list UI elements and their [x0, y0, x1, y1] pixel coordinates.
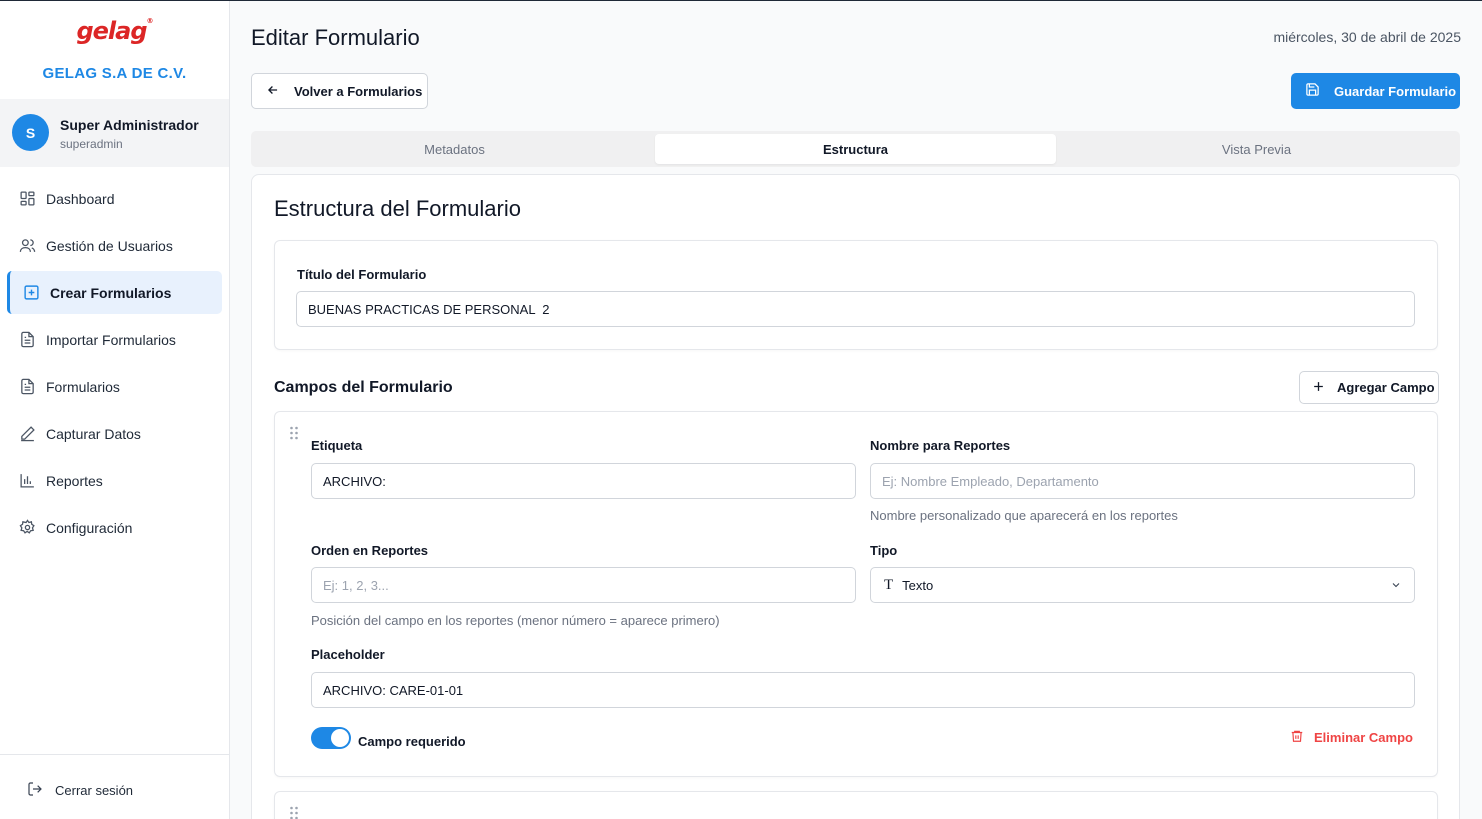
user-profile: S Super Administrador superadmin [0, 99, 229, 167]
logout-label: Cerrar sesión [55, 783, 134, 798]
report-name-label: Nombre para Reportes [870, 438, 1011, 453]
sidebar-footer: Cerrar sesión [0, 754, 229, 819]
sidebar-item-label: Importar Formularios [46, 331, 176, 348]
structure-title: Estructura del Formulario [274, 196, 521, 221]
sidebar-item-label: Reportes [46, 472, 103, 489]
tab-preview[interactable]: Vista Previa [1056, 134, 1457, 164]
sidebar-item-label: Dashboard [46, 190, 115, 207]
text-type-icon: T [884, 576, 894, 593]
add-field-button[interactable]: Agregar Campo [1299, 371, 1439, 404]
gear-icon [18, 519, 36, 537]
trash-icon [1290, 729, 1304, 746]
structure-card: Estructura del Formulario Título del For… [251, 174, 1460, 819]
plus-square-icon [22, 284, 40, 302]
report-order-input[interactable]: Ej: 1, 2, 3... [311, 567, 856, 603]
field-card: Etiqueta ARCHIVO: Nombre para Reportes E… [274, 411, 1438, 777]
sidebar-nav: Dashboard Gestión de Usuarios Crear Form… [0, 177, 229, 553]
tab-structure[interactable]: Estructura [655, 134, 1056, 164]
back-to-forms-button[interactable]: Volver a Formularios [251, 73, 428, 109]
report-order-hint: Posición del campo en los reportes (meno… [311, 613, 720, 628]
sidebar-item-label: Crear Formularios [50, 284, 172, 301]
sidebar-item-forms[interactable]: Formularios [7, 365, 222, 408]
delete-field-button[interactable]: Eliminar Campo [1290, 729, 1413, 746]
sidebar: gelag® GELAG S.A DE C.V. S Super Adminis… [0, 1, 230, 819]
logout-icon [27, 781, 43, 800]
field-type-label: Tipo [870, 543, 898, 558]
form-title-label: Título del Formulario [297, 267, 427, 282]
drag-handle-icon[interactable] [289, 806, 299, 819]
pencil-icon [18, 425, 36, 443]
report-name-hint: Nombre personalizado que aparecerá en lo… [870, 508, 1178, 523]
users-icon [18, 237, 36, 255]
required-label: Campo requerido [358, 734, 466, 749]
sidebar-item-create-forms[interactable]: Crear Formularios [7, 271, 222, 314]
sidebar-item-capture-data[interactable]: Capturar Datos [7, 412, 222, 455]
save-icon [1305, 82, 1320, 100]
dashboard-icon [18, 190, 36, 208]
save-form-button[interactable]: Guardar Formulario [1291, 73, 1460, 109]
report-name-input[interactable]: Ej: Nombre Empleado, Departamento [870, 463, 1415, 499]
bar-chart-icon [18, 472, 36, 490]
sidebar-item-dashboard[interactable]: Dashboard [7, 177, 222, 220]
field-type-select[interactable]: T Texto [870, 567, 1415, 603]
sidebar-item-reports[interactable]: Reportes [7, 459, 222, 502]
sidebar-item-label: Gestión de Usuarios [46, 237, 173, 254]
user-login: superadmin [60, 137, 123, 151]
fields-section-title: Campos del Formulario [274, 379, 453, 396]
sidebar-item-label: Capturar Datos [46, 425, 141, 442]
brand-logo: gelag® [76, 17, 153, 45]
plus-icon [1312, 380, 1325, 396]
chevron-down-icon [1390, 579, 1402, 594]
save-button-label: Guardar Formulario [1334, 83, 1457, 99]
company-name: GELAG S.A DE C.V. [42, 65, 187, 82]
sidebar-item-settings[interactable]: Configuración [7, 506, 222, 549]
back-button-label: Volver a Formularios [294, 83, 423, 99]
file-text-icon [18, 378, 36, 396]
report-order-label: Orden en Reportes [311, 543, 429, 558]
sidebar-item-import-forms[interactable]: Importar Formularios [7, 318, 222, 361]
tab-metadata[interactable]: Metadatos [254, 134, 655, 164]
field-card [274, 791, 1438, 819]
drag-handle-icon[interactable] [289, 426, 299, 445]
toggle-knob [331, 729, 349, 747]
sidebar-item-label: Formularios [46, 378, 120, 395]
field-type-value: Texto [902, 577, 934, 593]
file-text-icon [18, 331, 36, 349]
current-date: miércoles, 30 de abril de 2025 [1273, 29, 1461, 45]
form-title-input[interactable]: BUENAS PRACTICAS DE PERSONAL 2 [296, 291, 1415, 327]
avatar: S [12, 114, 49, 151]
field-label-label: Etiqueta [311, 438, 363, 453]
sidebar-item-label: Configuración [46, 519, 133, 536]
placeholder-input[interactable]: ARCHIVO: CARE-01-01 [311, 672, 1415, 708]
form-title-box: Título del Formulario BUENAS PRACTICAS D… [274, 240, 1438, 350]
sidebar-item-users[interactable]: Gestión de Usuarios [7, 224, 222, 267]
delete-field-label: Eliminar Campo [1314, 730, 1413, 745]
arrow-left-icon [266, 83, 280, 100]
logout-button[interactable]: Cerrar sesión [27, 781, 133, 800]
page-title: Editar Formulario [251, 25, 420, 50]
user-name: Super Administrador [60, 117, 199, 133]
field-label-input[interactable]: ARCHIVO: [311, 463, 856, 499]
required-toggle[interactable] [311, 727, 351, 749]
placeholder-label: Placeholder [311, 647, 385, 662]
add-field-label: Agregar Campo [1337, 380, 1435, 395]
tab-bar: Metadatos Estructura Vista Previa [251, 131, 1460, 167]
